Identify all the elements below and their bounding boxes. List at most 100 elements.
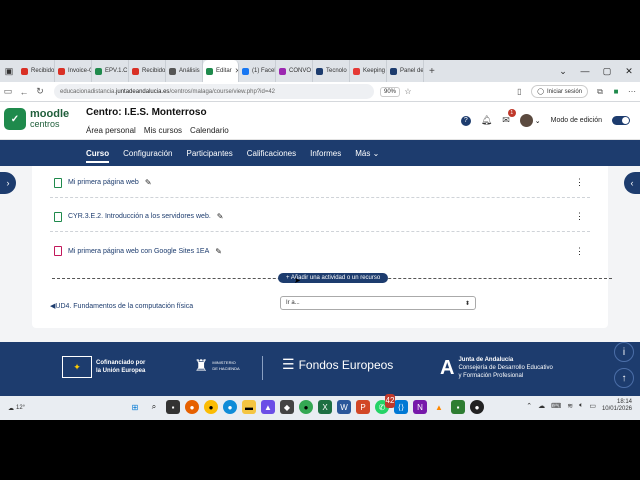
back-to-top-button[interactable]: ↑ bbox=[614, 368, 634, 388]
open-course-index-button[interactable]: › bbox=[0, 172, 16, 194]
tab-curso[interactable]: Curso bbox=[86, 149, 110, 163]
photos-icon[interactable]: ▲ bbox=[261, 400, 275, 414]
kebab-menu-icon[interactable]: ⋮ bbox=[575, 211, 584, 222]
jump-to-select[interactable]: Ir a... ⬍ bbox=[280, 296, 476, 310]
logo-text-2: centros bbox=[30, 119, 60, 129]
activity-name[interactable]: Mi primera página web bbox=[68, 179, 139, 186]
task-view-icon[interactable]: ▪ bbox=[166, 400, 180, 414]
minimize-button[interactable]: — bbox=[574, 66, 596, 77]
tab-favicon-icon bbox=[132, 67, 139, 75]
nav-mis-cursos[interactable]: Mis cursos bbox=[144, 126, 182, 135]
nav-calendario[interactable]: Calendario bbox=[190, 126, 229, 135]
store-icon[interactable]: ◆ bbox=[280, 400, 294, 414]
browser-tab[interactable]: CONVO bbox=[276, 60, 313, 82]
keyboard-icon[interactable]: ⌨ bbox=[551, 402, 561, 410]
url-input[interactable]: educacionadistancia. juntadeandalucia.es /… bbox=[54, 84, 374, 99]
notifications-bell-icon[interactable]: 🔔︎ bbox=[481, 115, 492, 126]
settings-more-icon[interactable]: ⋯ bbox=[624, 87, 640, 96]
browser-tab[interactable]: Panel de bbox=[387, 60, 424, 82]
activity-name[interactable]: CYR.3.E.2. Introducción a los servidores… bbox=[68, 213, 211, 220]
signin-button[interactable]: ◯ Iniciar sesión bbox=[531, 85, 588, 98]
edit-pencil-icon[interactable]: ✎ bbox=[215, 247, 222, 256]
activity-item[interactable]: CYR.3.E.2. Introducción a los servidores… bbox=[50, 202, 590, 232]
edit-pencil-icon[interactable]: ✎ bbox=[217, 212, 224, 221]
page-title: Centro: I.E.S. Monterroso bbox=[86, 107, 207, 118]
junta-a-icon: A bbox=[440, 356, 455, 379]
split-screen-icon[interactable]: ▯ bbox=[511, 87, 527, 96]
chrome-icon[interactable]: ● bbox=[204, 400, 218, 414]
activity-name[interactable]: Mi primera página web con Google Sites 1… bbox=[68, 248, 209, 255]
browser-tab[interactable]: Editar✕ bbox=[203, 60, 239, 82]
prev-section-link[interactable]: ◀UD4. Fundamentos de la computación físi… bbox=[50, 302, 193, 310]
moodle-logo-icon: ✓ bbox=[4, 108, 26, 130]
edit-pencil-icon[interactable]: ✎ bbox=[145, 178, 152, 187]
powerpoint-icon[interactable]: P bbox=[356, 400, 370, 414]
zoom-indicator[interactable]: 90% bbox=[380, 86, 401, 97]
firefox-icon[interactable]: ● bbox=[185, 400, 199, 414]
tab-configuracion[interactable]: Configuración bbox=[123, 149, 172, 158]
moodle-logo[interactable]: ✓ moodle centros bbox=[4, 108, 69, 130]
page-icon bbox=[54, 211, 62, 222]
vscode-icon[interactable]: ⟨⟩ bbox=[394, 400, 408, 414]
back-button[interactable]: ← bbox=[16, 87, 32, 97]
browser-tab[interactable]: (1) Faceb bbox=[239, 60, 276, 82]
tab-calificaciones[interactable]: Calificaciones bbox=[247, 149, 296, 158]
activity-item[interactable]: Mi primera página web con Google Sites 1… bbox=[50, 236, 590, 266]
chevron-up-icon[interactable]: ⌃ bbox=[526, 402, 532, 410]
copilot-icon[interactable]: ■ bbox=[608, 87, 624, 96]
edit-mode-toggle[interactable] bbox=[612, 116, 630, 125]
browser-tab[interactable]: Análisis bbox=[166, 60, 203, 82]
maximize-button[interactable]: ▢ bbox=[596, 66, 618, 77]
whatsapp-badge: 42 bbox=[385, 394, 395, 408]
sidebar-icon[interactable]: ▭ bbox=[0, 86, 16, 97]
ministerio-line-2: DE HACIENDA bbox=[212, 366, 240, 371]
junta-line-1: Junta de Andalucía bbox=[458, 357, 514, 363]
file-explorer-icon[interactable]: ▬ bbox=[242, 400, 256, 414]
help-icon[interactable]: ? bbox=[460, 115, 471, 126]
activity-item[interactable]: Mi primera página web ✎ ⋮ bbox=[50, 168, 590, 198]
user-menu[interactable]: ⌄ bbox=[519, 114, 541, 127]
tab-mas[interactable]: Más ⌄ bbox=[355, 149, 379, 158]
browser-tab[interactable]: Tecnolo bbox=[313, 60, 350, 82]
tab-informes[interactable]: Informes bbox=[310, 149, 341, 158]
tab-mas-label: Más bbox=[355, 148, 371, 158]
volume-icon[interactable]: 🔈︎ bbox=[579, 402, 583, 410]
word-icon[interactable]: W bbox=[337, 400, 351, 414]
battery-icon[interactable]: ▭ bbox=[589, 402, 596, 410]
browser-tab[interactable]: Recibido bbox=[18, 60, 55, 82]
reload-button[interactable]: ↻ bbox=[32, 86, 48, 97]
tab-participantes[interactable]: Participantes bbox=[187, 149, 233, 158]
tab-label: Tecnolo bbox=[326, 68, 347, 74]
messages-icon[interactable]: ✉ 1 bbox=[502, 109, 516, 126]
excel-icon[interactable]: X bbox=[318, 400, 332, 414]
browser-tab[interactable]: Invoice-QO bbox=[55, 60, 92, 82]
extensions-icon[interactable]: ⧉ bbox=[592, 87, 608, 97]
tab-actions-icon[interactable]: ▣ bbox=[0, 60, 18, 82]
whatsapp-icon[interactable]: ✆ 42 bbox=[375, 394, 395, 414]
info-button[interactable]: i bbox=[614, 342, 634, 362]
wifi-icon[interactable]: ≋ bbox=[567, 402, 573, 410]
kebab-menu-icon[interactable]: ⋮ bbox=[575, 246, 584, 257]
favorite-star-icon[interactable]: ☆ bbox=[400, 87, 416, 96]
browser-tab[interactable]: EPV.1.C bbox=[92, 60, 129, 82]
open-block-drawer-button[interactable]: ‹ bbox=[624, 172, 640, 194]
github-icon[interactable]: ● bbox=[470, 400, 484, 414]
kebab-menu-icon[interactable]: ⋮ bbox=[575, 177, 584, 188]
clock[interactable]: 18:14 10/01/2026 bbox=[602, 399, 632, 413]
tab-search-icon[interactable]: ⌄ bbox=[552, 66, 574, 77]
close-window-button[interactable]: ✕ bbox=[618, 66, 640, 77]
browser-tab[interactable]: Recibido bbox=[129, 60, 166, 82]
vlc-icon[interactable]: ▲ bbox=[432, 400, 446, 414]
primary-nav: Área personal Mis cursos Calendario bbox=[86, 126, 229, 135]
weather-widget[interactable]: ☁ 12° bbox=[8, 405, 25, 412]
browser-tab[interactable]: Keeping bbox=[350, 60, 387, 82]
edge-icon[interactable]: ● bbox=[223, 400, 237, 414]
chrome-profile-icon[interactable]: ● bbox=[299, 400, 313, 414]
new-tab-button[interactable]: + bbox=[424, 66, 440, 77]
onedrive-icon[interactable]: ☁ bbox=[538, 402, 545, 410]
nav-area-personal[interactable]: Área personal bbox=[86, 126, 136, 135]
onenote-icon[interactable]: N bbox=[413, 400, 427, 414]
search-icon[interactable]: ⌕ bbox=[147, 400, 161, 414]
windows-start-icon[interactable]: ⊞ bbox=[128, 400, 142, 414]
app-icon[interactable]: ▪ bbox=[451, 400, 465, 414]
